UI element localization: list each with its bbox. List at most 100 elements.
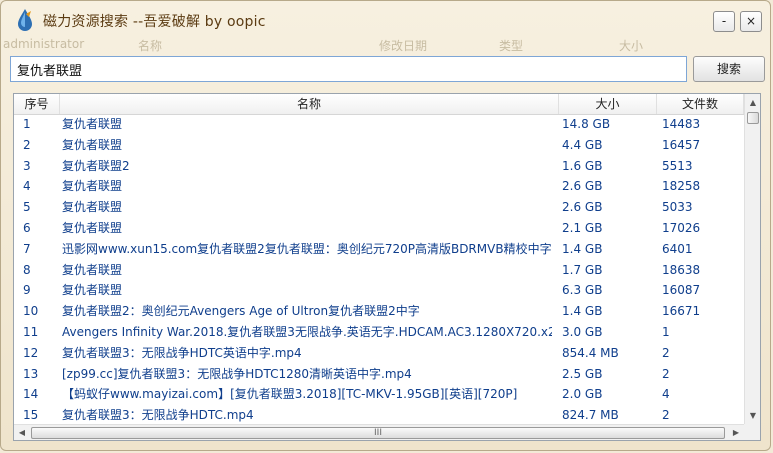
row-name: 复仇者联盟3：无限战争HDTC.mp4	[62, 408, 254, 423]
table-header: 序号 名称 大小 文件数	[14, 94, 744, 115]
search-button[interactable]: 搜索	[693, 56, 765, 82]
table-row[interactable]: 7 迅影网www.xun15.com复仇者联盟2复仇者联盟：奥创纪元720P高清版…	[14, 239, 744, 260]
row-file-count: 4	[662, 387, 670, 402]
row-size: 854.4 MB	[562, 345, 619, 360]
row-name: 【蚂蚁仔www.mayizai.com】[复仇者联盟3.2018][TC-MKV…	[62, 387, 518, 402]
row-size: 6.3 GB	[562, 283, 603, 298]
row-index: 8	[23, 262, 31, 277]
row-size: 3.0 GB	[562, 324, 603, 339]
row-name: 复仇者联盟2	[62, 158, 130, 173]
table-row[interactable]: 2 复仇者联盟 4.4 GB 16457	[14, 135, 744, 156]
column-header-index[interactable]: 序号	[14, 94, 60, 114]
scroll-left-icon[interactable]: ◀	[14, 425, 30, 440]
table-row[interactable]: 15 复仇者联盟3：无限战争HDTC.mp4 824.7 MB 2	[14, 405, 744, 426]
row-name: 迅影网www.xun15.com复仇者联盟2复仇者联盟：奥创纪元720P高清版B…	[62, 241, 552, 256]
table-row[interactable]: 10 复仇者联盟2：奥创纪元Avengers Age of Ultron复仇者联盟…	[14, 301, 744, 322]
table-row[interactable]: 8 复仇者联盟 1.7 GB 18638	[14, 260, 744, 281]
column-header-size[interactable]: 大小	[559, 94, 657, 114]
row-file-count: 5033	[662, 200, 693, 215]
row-file-count: 16457	[662, 137, 701, 152]
grip-icon: III	[374, 428, 382, 438]
row-index: 13	[23, 366, 39, 381]
row-name: 复仇者联盟	[62, 117, 123, 131]
row-index: 10	[23, 304, 39, 319]
scrollbar-corner	[744, 424, 760, 440]
app-window: 磁力资源搜索 --吾爱破解 by oopic administrator 名称 …	[0, 0, 771, 451]
app-drop-icon	[15, 8, 35, 32]
row-file-count: 5513	[662, 158, 693, 173]
row-file-count: 2	[662, 366, 670, 381]
background-ghost-text: 修改日期	[379, 39, 428, 53]
row-size: 1.7 GB	[562, 262, 603, 277]
row-index: 1	[23, 117, 31, 131]
row-name: Avengers Infinity War.2018.复仇者联盟3无限战争.英语…	[62, 324, 552, 339]
row-size: 2.6 GB	[562, 179, 603, 194]
horizontal-scroll-thumb[interactable]: III	[31, 427, 725, 439]
row-file-count: 2	[662, 345, 670, 360]
background-ghost-text: administrator	[3, 37, 85, 51]
search-input[interactable]	[10, 56, 687, 82]
table-row[interactable]: 1 复仇者联盟 14.8 GB 14483	[14, 114, 744, 135]
scroll-right-icon[interactable]: ▶	[728, 425, 744, 440]
table-row[interactable]: 11 Avengers Infinity War.2018.复仇者联盟3无限战争.…	[14, 322, 744, 343]
row-name: 复仇者联盟2：奥创纪元Avengers Age of Ultron复仇者联盟2中…	[62, 304, 420, 319]
background-ghost-text: 类型	[499, 39, 524, 53]
row-index: 14	[23, 387, 39, 402]
row-file-count: 18638	[662, 262, 701, 277]
row-name: 复仇者联盟3：无限战争HDTC英语中字.mp4	[62, 345, 302, 360]
row-name: 复仇者联盟	[62, 137, 123, 152]
row-index: 11	[23, 324, 39, 339]
table-row[interactable]: 4 复仇者联盟 2.6 GB 18258	[14, 176, 744, 197]
results-table: 序号 名称 大小 文件数 1 复仇者联盟 14.8 GB 14483 2 复仇者联盟 4.…	[13, 93, 761, 441]
table-row[interactable]: 12 复仇者联盟3：无限战争HDTC英语中字.mp4 854.4 MB 2	[14, 343, 744, 364]
vertical-scrollbar[interactable]: ▲ ▼	[744, 94, 760, 424]
row-name: 复仇者联盟	[62, 283, 123, 298]
title-bar[interactable]: 磁力资源搜索 --吾爱破解 by oopic administrator 名称 …	[1, 1, 770, 53]
row-file-count: 1	[662, 324, 670, 339]
table-row[interactable]: 6 复仇者联盟 2.1 GB 17026	[14, 218, 744, 239]
row-file-count: 6401	[662, 241, 693, 256]
row-index: 2	[23, 137, 31, 152]
row-index: 3	[23, 158, 31, 173]
table-row[interactable]: 3 复仇者联盟2 1.6 GB 5513	[14, 156, 744, 177]
column-header-name[interactable]: 名称	[60, 94, 559, 114]
row-index: 15	[23, 408, 39, 423]
row-size: 1.4 GB	[562, 304, 603, 319]
row-file-count: 18258	[662, 179, 701, 194]
row-size: 2.1 GB	[562, 220, 603, 235]
table-body: 1 复仇者联盟 14.8 GB 14483 2 复仇者联盟 4.4 GB 16457 3 复仇…	[14, 114, 744, 426]
row-file-count: 16671	[662, 304, 701, 319]
row-name: 复仇者联盟	[62, 200, 123, 215]
row-index: 4	[23, 179, 31, 194]
row-name: 复仇者联盟	[62, 262, 123, 277]
row-size: 2.6 GB	[562, 200, 603, 215]
row-index: 7	[23, 241, 31, 256]
row-size: 14.8 GB	[562, 117, 611, 131]
row-size: 1.6 GB	[562, 158, 603, 173]
table-row[interactable]: 5 复仇者联盟 2.6 GB 5033	[14, 197, 744, 218]
row-size: 4.4 GB	[562, 137, 603, 152]
row-file-count: 2	[662, 408, 670, 423]
row-index: 12	[23, 345, 39, 360]
horizontal-scrollbar[interactable]: ◀ III ▶	[14, 424, 744, 440]
minimize-button[interactable]: -	[713, 11, 735, 32]
window-title: 磁力资源搜索 --吾爱破解 by oopic	[43, 14, 266, 30]
row-index: 9	[23, 283, 31, 298]
table-row[interactable]: 13 [zp99.cc]复仇者联盟3：无限战争HDTC1280清晰英语中字.mp4…	[14, 364, 744, 385]
row-size: 824.7 MB	[562, 408, 619, 423]
vertical-scroll-thumb[interactable]	[747, 112, 759, 124]
close-button[interactable]: ×	[740, 11, 762, 32]
row-size: 2.0 GB	[562, 387, 603, 402]
row-name: [zp99.cc]复仇者联盟3：无限战争HDTC1280清晰英语中字.mp4	[62, 366, 412, 381]
scroll-up-icon[interactable]: ▲	[745, 94, 760, 111]
table-row[interactable]: 14 【蚂蚁仔www.mayizai.com】[复仇者联盟3.2018][TC-M…	[14, 384, 744, 405]
row-name: 复仇者联盟	[62, 179, 123, 194]
row-size: 2.5 GB	[562, 366, 603, 381]
scroll-down-icon[interactable]: ▼	[745, 407, 760, 424]
row-file-count: 17026	[662, 220, 701, 235]
background-ghost-text: 名称	[138, 39, 163, 53]
row-name: 复仇者联盟	[62, 220, 123, 235]
column-header-file-count[interactable]: 文件数	[657, 94, 744, 114]
table-row[interactable]: 9 复仇者联盟 6.3 GB 16087	[14, 280, 744, 301]
row-file-count: 14483	[662, 117, 701, 131]
